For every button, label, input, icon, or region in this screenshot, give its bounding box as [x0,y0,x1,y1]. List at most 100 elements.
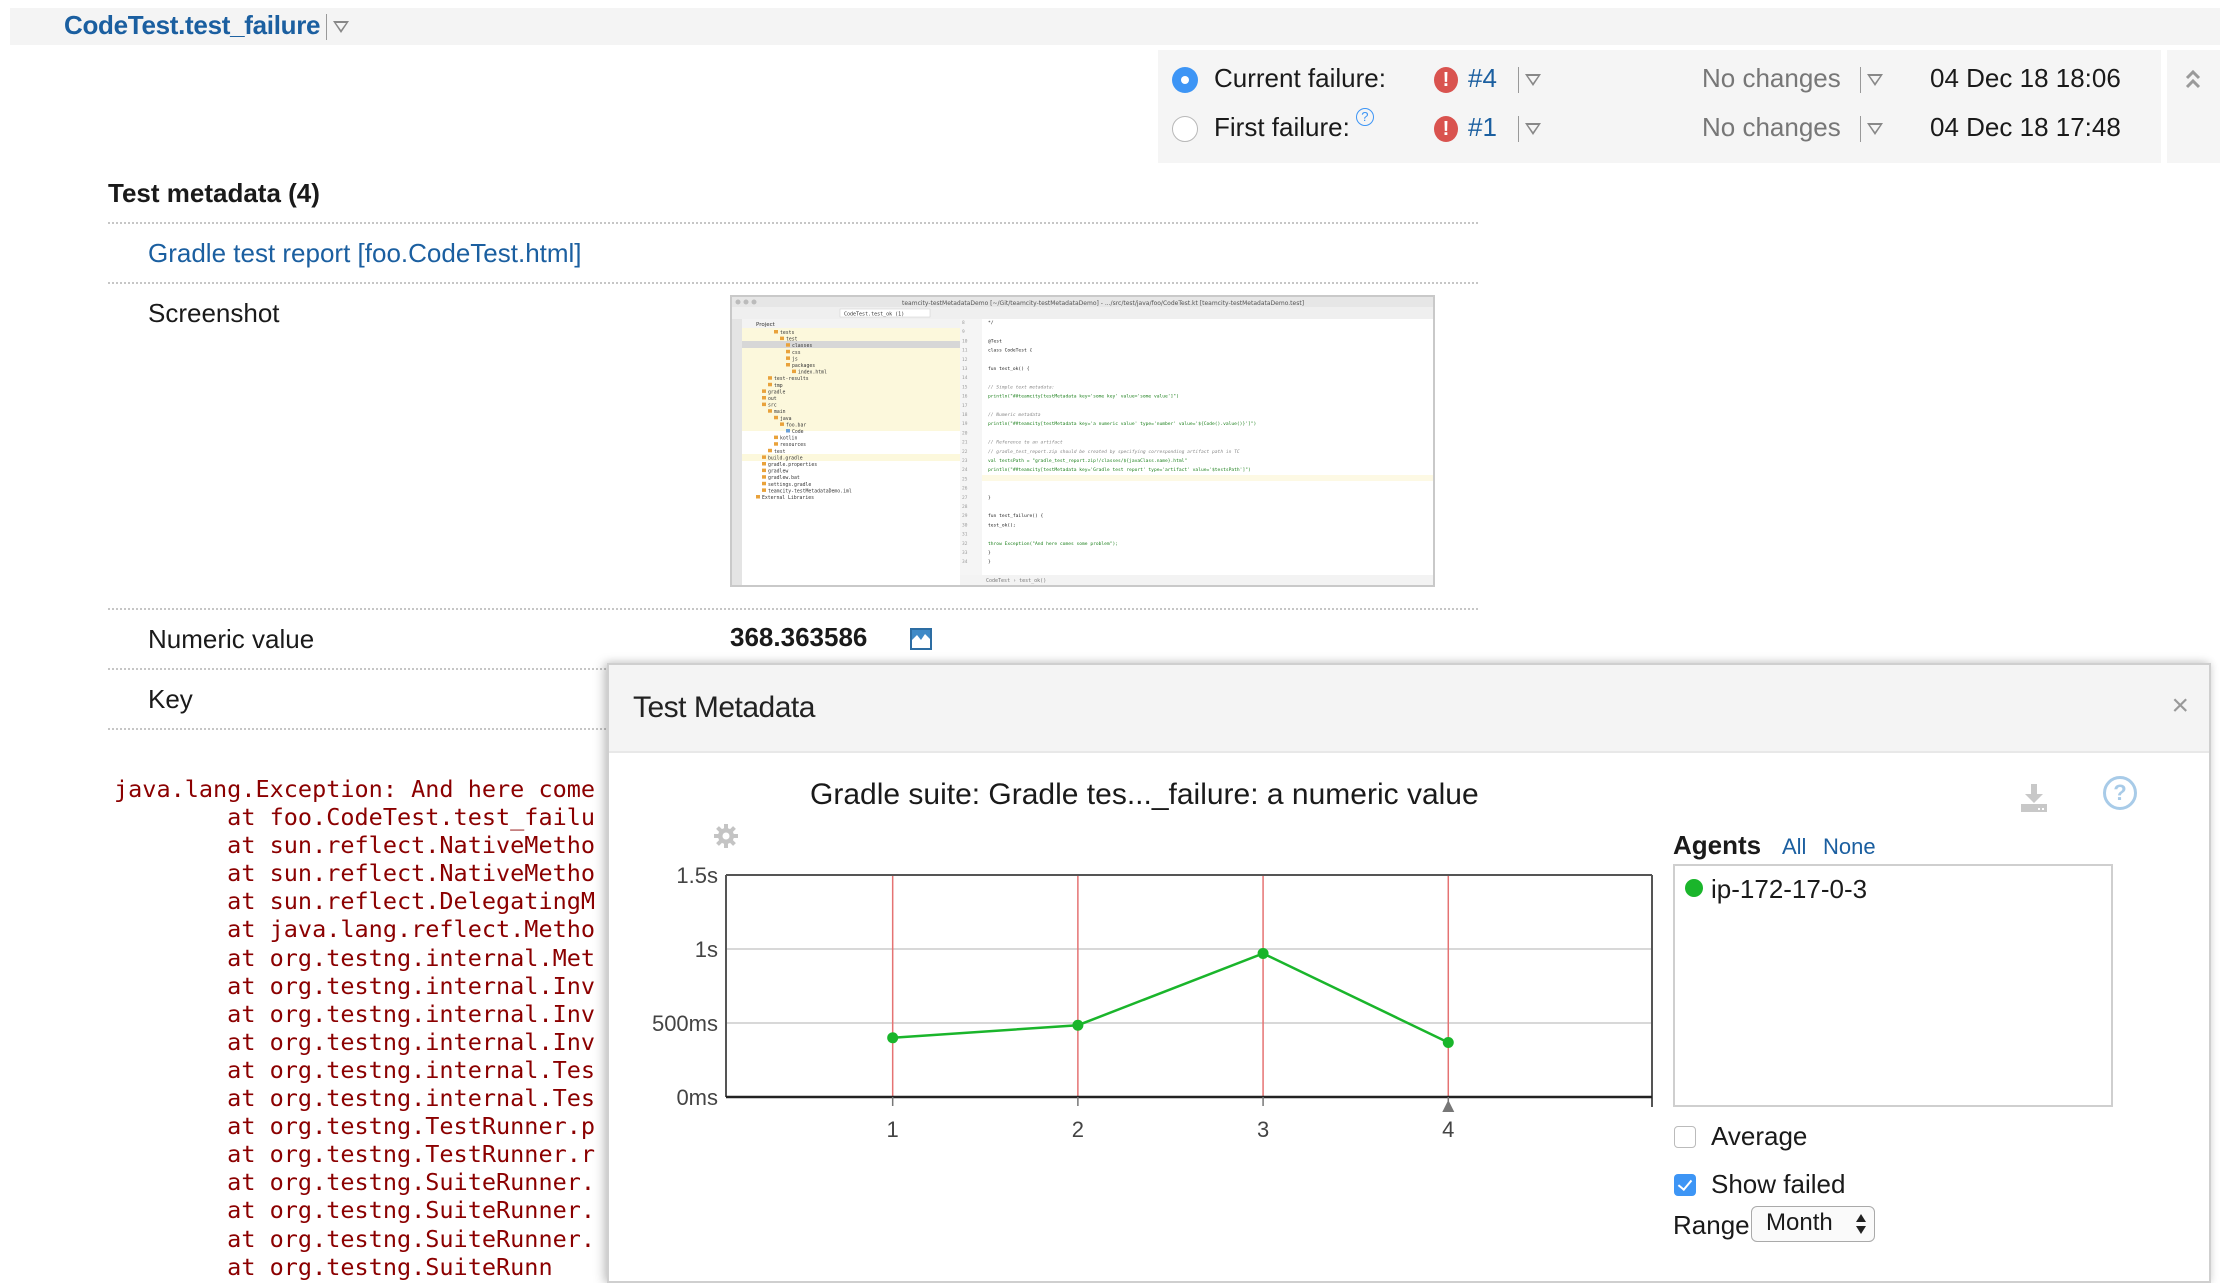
thumb-tree-item: classes [792,343,812,349]
thumb-tree-icon [762,402,766,407]
test-name-link[interactable]: CodeTest.test_failure [64,10,320,40]
thumb-line-number: 31 [962,532,968,538]
screenshot-thumbnail[interactable]: teamcity-testMetadataDemo [~/Git/teamcit… [730,295,1435,587]
chevron-down-icon[interactable] [1525,74,1541,87]
chart-glyph-icon [912,634,930,648]
build-menu[interactable] [1512,63,1541,94]
thumb-line-number: 28 [962,504,968,510]
thumb-code-line: throw Exception("And here comes some pro… [988,541,1118,547]
thumb-tree-item: Code [792,429,804,435]
stack-trace-frame: at org.testng.internal.Met [227,943,596,972]
first-failure-row: First failure:? ! #1 No changes 04 Dec 1… [1158,108,2161,148]
chart-icon[interactable] [910,628,932,650]
first-failure-date: 04 Dec 18 17:48 [1930,112,2121,142]
chevron-down-icon[interactable] [1867,123,1883,136]
agents-select-none-link[interactable]: None [1823,834,1876,860]
divider [1518,116,1519,143]
gradle-report-link[interactable]: Gradle test report [foo.CodeTest.html] [148,238,582,268]
stack-trace-frame: at org.testng.TestRunner.p [227,1112,596,1141]
dialog-title: Test Metadata [633,691,815,724]
thumb-run-config-label: CodeTest.test_ok (1) [844,312,904,318]
thumb-code-line: println("##teamcity[testMetadata key='so… [988,394,1179,400]
thumb-tree-item: gradle [768,389,785,395]
divider [1860,116,1861,143]
data-point [1257,947,1269,959]
thumb-line-number: 16 [962,394,968,400]
thumb-line-number: 27 [962,495,968,501]
thumb-line-number: 30 [962,522,968,528]
current-failure-radio[interactable] [1172,67,1198,93]
current-failure-build-link[interactable]: #4 [1468,63,1497,94]
thumb-code-line: } [988,550,991,556]
data-point [887,1032,899,1044]
thumb-tree-icon [786,356,790,360]
thumb-code-line: } [988,559,991,565]
first-failure-radio[interactable] [1172,116,1198,142]
thumb-code-line: fun test_ok() { [988,366,1030,372]
failure-history-panel: Current failure: ! #4 No changes 04 Dec … [1158,50,2161,163]
show-failed-checkbox[interactable] [1674,1174,1696,1196]
failed-build-markers [891,875,1450,1097]
thumb-line-number: 20 [962,430,968,436]
download-icon[interactable] [2020,784,2048,812]
thumb-line-number: 26 [962,486,968,492]
first-failure-build-link[interactable]: #1 [1468,112,1497,143]
current-failure-changes[interactable]: No changes [1702,63,1841,94]
thumb-tree-icon [792,369,796,374]
chevron-down-icon[interactable] [1525,123,1541,136]
thumb-tree-item: test-results [774,376,809,382]
current-failure-row: Current failure: ! #4 No changes 04 Dec … [1158,59,2161,99]
thumb-tree-icon [762,389,766,393]
stack-trace-frame: at org.testng.internal.Tes [227,1055,596,1084]
thumb-line-number: 34 [962,559,968,565]
thumb-window-button [751,299,757,305]
help-icon[interactable]: ? [1355,108,1374,126]
agents-select-all-link[interactable]: All [1782,834,1806,860]
stack-trace-frame: at foo.CodeTest.test_failu [227,803,596,832]
chevron-down-icon[interactable] [1867,74,1883,87]
gear-icon[interactable] [713,823,739,849]
range-select-value: Month [1766,1209,1833,1236]
stack-trace-frame: at java.lang.reflect.Metho [227,915,596,944]
thumb-tree-item: resources [780,443,806,448]
thumb-line-number: 10 [962,338,968,344]
thumb-tree-item: gradlew.bat [768,475,800,481]
thumb-line-number: 22 [962,449,968,455]
test-actions-dropdown-icon[interactable] [333,21,350,34]
range-select[interactable]: Month [1751,1206,1875,1242]
thumb-line-number: 23 [962,458,968,464]
thumb-tree-icon [786,429,790,433]
thumb-tree-icon [786,363,790,367]
first-failure-label-wrap: First failure:? [1214,108,1374,143]
stack-trace-frame: at org.testng.internal.Tes [227,1084,596,1113]
thumb-line-number: 17 [962,403,968,409]
stack-trace-exception: java.lang.Exception: And here come [114,775,596,803]
thumb-tree-item: kotlin [780,436,797,442]
thumb-line-number: 29 [962,513,968,519]
thumb-tree-icon [774,435,778,440]
x-tick-label: 3 [1257,1117,1269,1142]
thumb-tree-icon [762,396,766,400]
thumb-tree-icon [756,495,760,499]
thumb-line-number: 14 [962,375,968,381]
build-menu[interactable] [1512,112,1541,143]
stack-trace-frame: at sun.reflect.NativeMetho [227,859,596,888]
agents-list[interactable]: ip-172-17-0-3 [1673,864,2113,1107]
changes-menu[interactable] [1854,112,1883,143]
average-checkbox[interactable] [1674,1126,1696,1148]
key-label: Key [148,684,193,714]
double-chevron-up-icon [2185,69,2201,89]
help-icon[interactable]: ? [2103,776,2137,810]
collapse-button[interactable] [2167,50,2220,163]
stack-trace-frame: at org.testng.internal.Inv [227,1027,596,1056]
first-failure-changes[interactable]: No changes [1702,112,1841,143]
close-icon[interactable]: × [2171,689,2189,723]
changes-menu[interactable] [1854,63,1883,94]
average-label: Average [1711,1121,1808,1151]
thumb-tree-icon [780,422,784,426]
divider [326,14,328,41]
metadata-heading: Test metadata (4) [108,178,320,208]
thumb-tree-icon [762,475,766,479]
thumb-tree-item: gradlew [768,469,788,475]
agent-item[interactable]: ip-172-17-0-3 [1685,874,1867,905]
